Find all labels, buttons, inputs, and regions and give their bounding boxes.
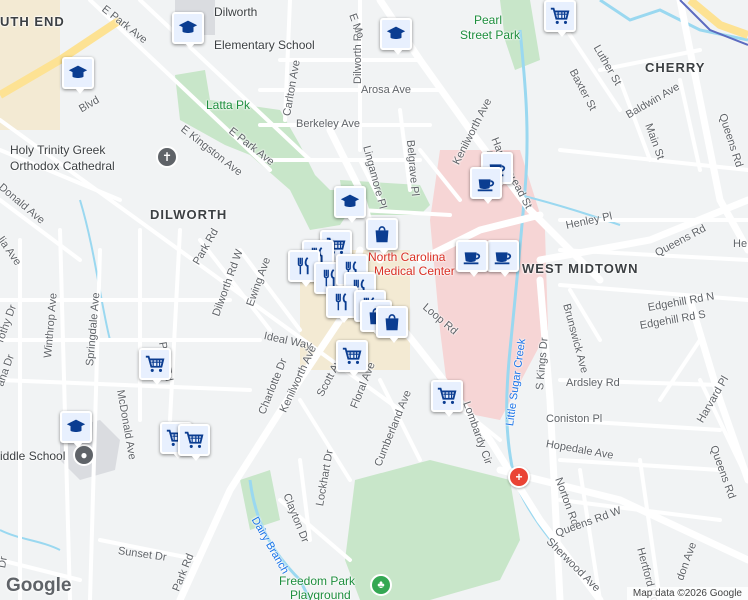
school-marker[interactable] [380,18,412,55]
cafe-marker[interactable] [470,167,502,204]
street-he: He [733,238,748,250]
school-marker[interactable] [62,57,94,94]
street-coniston-pl: Coniston Pl [546,413,603,425]
dilworth-elementary-label-2: Elementary School [214,38,315,52]
school-marker[interactable] [172,12,204,49]
shopping-bag-icon [375,226,389,243]
street-arosa-ave: Arosa Ave [361,84,411,96]
school-marker[interactable] [334,186,366,223]
grocery-marker[interactable] [139,348,171,385]
shopping-marker[interactable] [376,306,408,343]
holy-trinity-label-1: Holy Trinity Greek [10,143,106,157]
freedom-park-label-1: Freedom Park [279,574,356,588]
playground-pin-icon[interactable]: ♣ [370,574,392,596]
pearl-street-park-label-2: Street Park [460,28,521,42]
coffee-cup-icon [463,252,481,265]
neighborhood-south-end: UTH END [0,14,65,29]
grocery-cart-icon [550,7,570,24]
fork-knife-icon [297,257,309,275]
medical-center-label-2: Medical Center [374,264,455,278]
hospital-pin-icon[interactable]: + [508,466,530,488]
map-canvas[interactable]: UTH END DILWORTH CHERRY WEST MIDTOWN Dil… [0,0,748,600]
cathedral-pin-icon[interactable]: ✝ [156,146,178,168]
dilworth-elementary-label-1: Dilworth [214,5,258,19]
latta-park-label: Latta Pk [206,98,251,112]
school-icon [68,65,88,79]
coffee-cup-icon [477,179,495,192]
shopping-bag-icon [385,314,399,331]
freedom-park-label-2: Playground [290,588,351,600]
grocery-marker[interactable] [178,424,210,461]
google-logo: Google [6,575,72,596]
street-ardsley-rd: Ardsley Rd [566,377,620,389]
grocery-cart-icon [184,431,204,448]
school-icon [66,419,86,433]
cafe-marker[interactable] [487,240,519,277]
street-berkeley-ave: Berkeley Ave [296,118,361,130]
grocery-marker[interactable] [544,0,576,37]
grocery-cart-icon [342,347,362,364]
grocery-cart-icon [145,355,165,372]
school-icon [178,20,198,34]
neighborhood-cherry: CHERRY [645,60,706,75]
neighborhood-west-midtown: WEST MIDTOWN [522,261,639,276]
school-icon [340,194,360,208]
middle-school-label: iddle School [0,449,66,463]
holy-trinity-label-2: Orthodox Cathedral [10,159,115,173]
coffee-cup-icon [494,252,512,265]
fork-knife-icon [335,293,347,311]
school-marker[interactable] [60,411,92,448]
shopping-marker[interactable] [366,218,398,255]
school-icon [386,26,406,40]
neighborhood-dilworth: DILWORTH [150,207,228,222]
map-attribution[interactable]: Map data ©2026 Google [626,587,748,600]
grocery-cart-icon [437,387,457,404]
pearl-street-park-label-1: Pearl [474,13,503,27]
cafe-marker[interactable] [456,240,488,277]
grocery-marker[interactable] [431,380,463,417]
grocery-marker[interactable] [336,340,368,377]
